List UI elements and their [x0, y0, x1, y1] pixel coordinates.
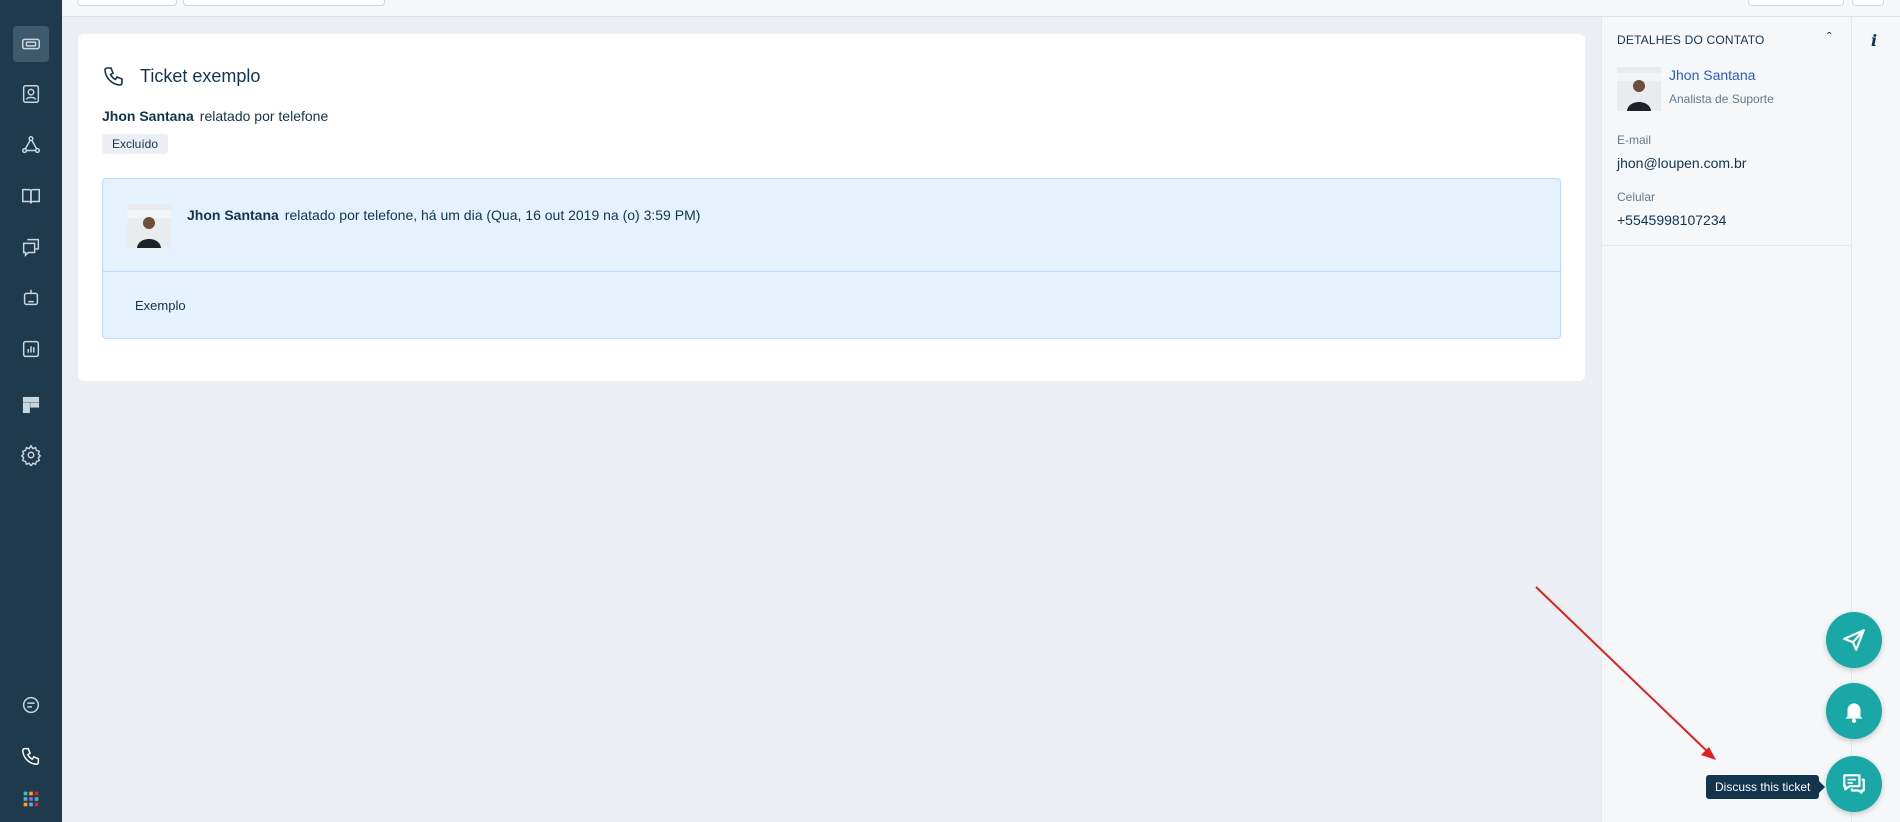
chevron-up-icon[interactable]: ˆ — [1827, 29, 1832, 45]
ticket-card: Ticket exemplo Jhon Santana relatado por … — [78, 34, 1585, 381]
conversation-timestamp: relatado por telefone, há um dia (Qua, 1… — [284, 207, 701, 223]
author-name[interactable]: Jhon Santana — [187, 207, 279, 223]
pagination-buttons[interactable] — [1748, 0, 1844, 6]
email-label: E-mail — [1617, 133, 1652, 147]
phone-icon — [104, 67, 123, 86]
left-sidebar — [0, 0, 62, 822]
conversation-meta: Jhon Santana relatado por telefone, há um… — [187, 207, 700, 223]
contact-details-heading[interactable]: DETALHES DO CONTATO — [1617, 33, 1765, 47]
phone-label: Celular — [1617, 190, 1656, 204]
toolbar-button[interactable] — [1852, 0, 1884, 6]
reporter-name[interactable]: Jhon Santana — [102, 108, 194, 124]
settings-icon[interactable] — [13, 437, 49, 473]
phone-icon[interactable] — [13, 738, 49, 774]
discuss-icon — [1843, 774, 1865, 794]
send-icon — [1843, 629, 1865, 651]
contact-details-panel: DETALHES DO CONTATO ˆ Jhon Santana Anali… — [1601, 17, 1852, 822]
conversation-body: Exemplo — [135, 298, 186, 313]
top-toolbar — [62, 0, 1900, 17]
groups-icon[interactable] — [13, 127, 49, 163]
conversation-header: Jhon Santana relatado por telefone, há um… — [103, 179, 1560, 272]
reports-icon[interactable] — [13, 331, 49, 367]
bell-icon — [1845, 703, 1863, 723]
ticket-header: Ticket exemplo — [102, 64, 260, 88]
toolbar-button[interactable] — [183, 0, 385, 6]
info-icon[interactable]: i — [1871, 31, 1877, 50]
avatar[interactable] — [127, 204, 171, 248]
solutions-icon[interactable] — [13, 178, 49, 214]
avatar[interactable] — [1617, 67, 1661, 111]
discuss-tooltip: Discuss this ticket — [1706, 775, 1826, 799]
chat-icon[interactable] — [13, 687, 49, 723]
contact-details-section: DETALHES DO CONTATO ˆ Jhon Santana Anali… — [1602, 17, 1852, 246]
dashboard-icon[interactable] — [13, 387, 49, 423]
ticket-reporter-line: Jhon Santana relatado por telefone — [102, 108, 328, 124]
tickets-icon[interactable] — [13, 26, 49, 62]
discuss-ticket-button[interactable] — [1826, 756, 1882, 812]
conversation-item: Jhon Santana relatado por telefone, há um… — [102, 178, 1561, 339]
email-value: jhon@loupen.com.br — [1617, 155, 1747, 171]
send-button[interactable] — [1826, 612, 1882, 668]
ticket-title: Ticket exemplo — [140, 65, 261, 86]
toolbar-button[interactable] — [77, 0, 177, 6]
bots-icon[interactable] — [13, 280, 49, 316]
contacts-icon[interactable] — [13, 76, 49, 112]
status-badge: Excluído — [102, 134, 169, 154]
notifications-button[interactable] — [1826, 683, 1882, 739]
forums-icon[interactable] — [13, 229, 49, 265]
contact-role: Analista de Suporte — [1669, 92, 1774, 106]
contact-name-link[interactable]: Jhon Santana — [1669, 67, 1755, 83]
phone-value: +5545998107234 — [1617, 212, 1727, 228]
reported-via: relatado por telefone — [199, 108, 329, 124]
apps-grid-icon[interactable] — [13, 781, 49, 817]
